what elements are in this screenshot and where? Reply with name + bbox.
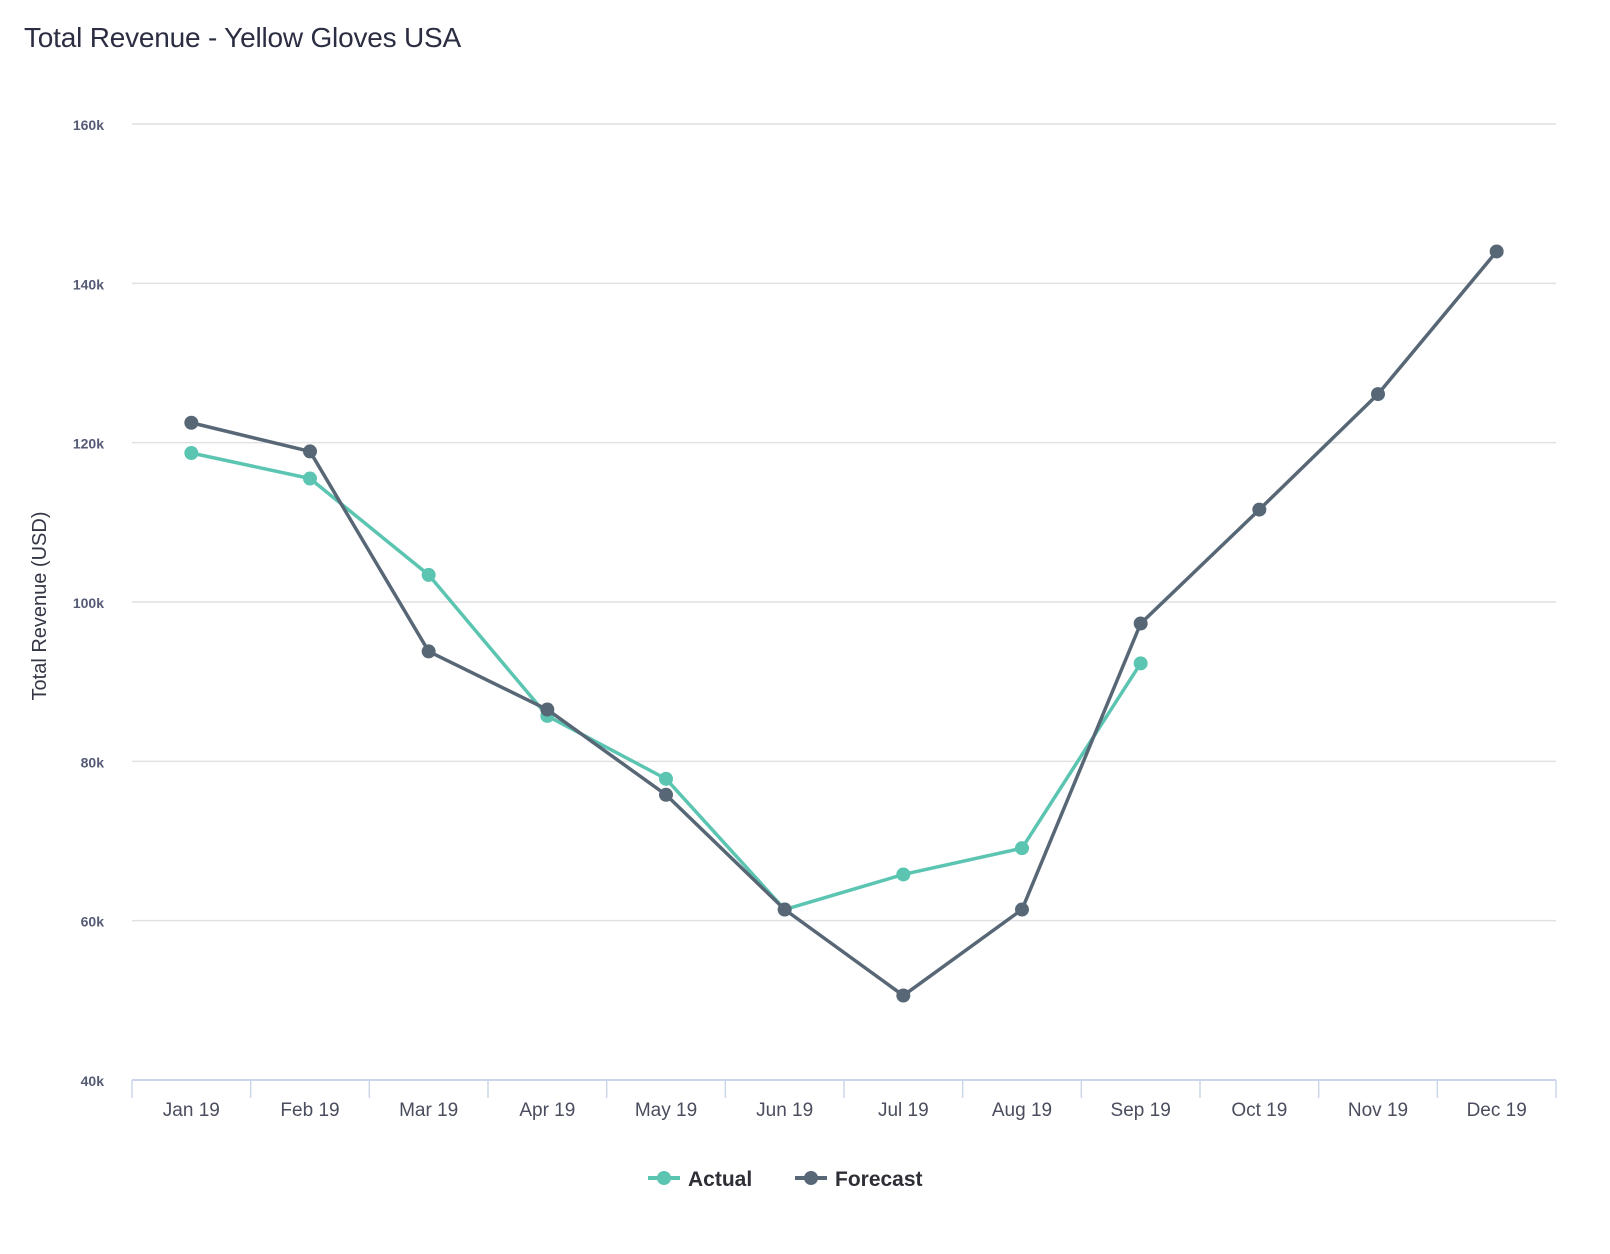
- data-point-forecast[interactable]: [1252, 502, 1267, 517]
- data-point-actual[interactable]: [303, 471, 317, 486]
- data-point-forecast[interactable]: [1489, 244, 1504, 259]
- legend-marker-icon: [657, 1171, 671, 1185]
- y-tick-label: 40k: [81, 1073, 105, 1089]
- data-point-forecast[interactable]: [184, 415, 199, 430]
- data-point-actual[interactable]: [421, 567, 436, 582]
- x-tick-label: Nov 19: [1348, 1100, 1408, 1121]
- series-line-forecast: [189, 249, 1499, 998]
- data-point-actual[interactable]: [659, 771, 673, 786]
- series-actual: [184, 446, 1148, 917]
- x-tick-label: Feb 19: [280, 1100, 339, 1121]
- line-chart: 40k 60k 80k 100k 120k 140k 160k Jan 19 Feb 19 Ma…: [29, 117, 1557, 1191]
- series-line-actual: [189, 451, 1143, 912]
- x-tick-label: Aug 19: [992, 1100, 1052, 1121]
- y-tick-label: 120k: [73, 436, 104, 452]
- x-tick-label: Mar 19: [399, 1100, 458, 1121]
- x-tick-label: Oct 19: [1231, 1100, 1287, 1121]
- data-point-forecast[interactable]: [421, 644, 436, 659]
- data-point-actual[interactable]: [896, 867, 911, 882]
- series-forecast: [184, 244, 1504, 1003]
- legend-label: Forecast: [835, 1168, 923, 1191]
- data-point-forecast[interactable]: [1133, 616, 1148, 631]
- legend-item-actual[interactable]: Actual: [648, 1168, 752, 1191]
- x-tick-label: Apr 19: [519, 1100, 575, 1121]
- data-point-forecast[interactable]: [659, 787, 673, 802]
- x-tick-label: Jan 19: [163, 1100, 220, 1121]
- data-point-forecast[interactable]: [303, 444, 317, 459]
- data-point-actual[interactable]: [1133, 656, 1148, 671]
- data-point-forecast[interactable]: [777, 902, 792, 917]
- data-point-actual[interactable]: [184, 446, 199, 461]
- data-point-forecast[interactable]: [896, 988, 911, 1003]
- x-tick-label: Jun 19: [756, 1100, 813, 1121]
- y-axis-label: Total Revenue (USD): [29, 512, 51, 701]
- legend-marker-icon: [804, 1171, 818, 1185]
- data-point-forecast[interactable]: [1015, 902, 1029, 917]
- y-tick-label: 60k: [81, 914, 105, 930]
- data-point-forecast[interactable]: [540, 702, 555, 717]
- y-tick-label: 80k: [81, 754, 105, 770]
- x-tick-label: Jul 19: [878, 1100, 929, 1121]
- series-group: [184, 244, 1504, 1003]
- y-axis-ticks: 40k 60k 80k 100k 120k 140k 160k: [73, 117, 104, 1089]
- y-tick-label: 100k: [73, 595, 104, 611]
- legend-label: Actual: [688, 1168, 752, 1191]
- x-tick-label: Dec 19: [1467, 1100, 1527, 1121]
- gridlines: [132, 123, 1556, 922]
- x-tick-label: May 19: [635, 1100, 697, 1121]
- data-point-forecast[interactable]: [1371, 387, 1385, 402]
- legend: Actual Forecast: [648, 1168, 923, 1191]
- x-tick-label: Sep 19: [1111, 1100, 1171, 1121]
- y-tick-label: 140k: [73, 276, 104, 292]
- data-point-actual[interactable]: [1015, 841, 1029, 856]
- legend-item-forecast[interactable]: Forecast: [795, 1168, 923, 1191]
- y-tick-label: 160k: [73, 117, 104, 133]
- x-axis: Jan 19 Feb 19 Mar 19 Apr 19 May 19 Jun 19 Jul …: [131, 1079, 1557, 1121]
